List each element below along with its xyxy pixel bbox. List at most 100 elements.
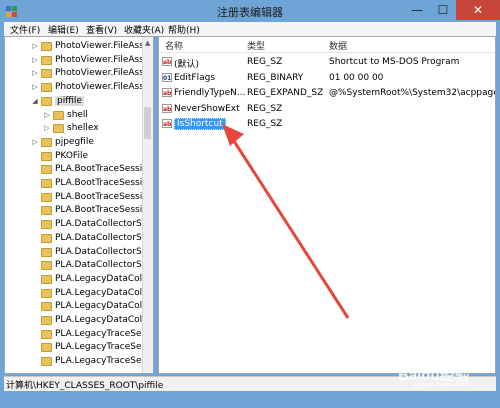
tree-scroll-thumb[interactable] bbox=[144, 107, 151, 139]
folder-icon bbox=[41, 233, 52, 243]
value-row[interactable]: ab (默认) REG_SZ Shortcut to MS-DOS Program bbox=[159, 55, 495, 70]
column-header-type[interactable]: 类型 bbox=[247, 39, 265, 52]
value-name: EditFlags bbox=[174, 72, 216, 83]
tree-item[interactable]: PLA.LegacyDataColl bbox=[5, 314, 145, 327]
minimize-button[interactable]: — bbox=[404, 0, 430, 20]
tree-item-label: PKOFile bbox=[55, 150, 88, 161]
expand-icon[interactable]: ▷ bbox=[31, 56, 39, 65]
tree-item-label: PLA.DataCollectorSe bbox=[55, 232, 148, 243]
tree-item[interactable]: PLA.BootTraceSessi bbox=[5, 204, 145, 217]
folder-icon bbox=[41, 329, 52, 339]
tree-item[interactable]: ▷ pjpegfile bbox=[5, 136, 145, 149]
tree-item[interactable]: PLA.LegacyDataColl bbox=[5, 273, 145, 286]
status-path: 计算机\HKEY_CLASSES_ROOT\piffile bbox=[6, 381, 164, 391]
column-header-name[interactable]: 名称 bbox=[165, 39, 183, 52]
tree-item[interactable]: ▷ PhotoViewer.FileAss bbox=[5, 81, 145, 94]
tree-item-label: PLA.LegacyDataColl bbox=[55, 315, 145, 325]
value-name: IsShortcut bbox=[174, 118, 226, 130]
folder-icon bbox=[41, 137, 52, 147]
folder-icon bbox=[53, 124, 64, 134]
expand-icon[interactable]: ▷ bbox=[43, 111, 51, 120]
string-value-icon: ab bbox=[162, 103, 172, 113]
tree-item[interactable]: PLA.DataCollectorSe bbox=[5, 246, 147, 259]
menu-bar: 文件(F) 编辑(E) 查看(V) 收藏夹(A) 帮助(H) bbox=[4, 22, 496, 36]
tree-item[interactable]: PLA.BootTraceSessi bbox=[5, 163, 145, 176]
tree-item[interactable]: PLA.BootTraceSessi bbox=[5, 191, 145, 204]
value-type: REG_BINARY bbox=[247, 72, 304, 83]
expand-icon[interactable] bbox=[31, 220, 39, 229]
tree-item-label: PhotoViewer.FileAss bbox=[55, 82, 144, 93]
header-divider bbox=[159, 52, 495, 53]
expand-icon[interactable]: ▷ bbox=[31, 83, 39, 92]
tree-item[interactable]: PLA.LegacyTraceSes bbox=[5, 341, 147, 354]
expand-icon[interactable] bbox=[31, 275, 39, 284]
tree-item[interactable]: PLA.LegacyTraceSes bbox=[5, 355, 147, 368]
menu-file[interactable]: 文件(F) bbox=[10, 23, 40, 36]
tree-item-label: PLA.LegacyTraceSes bbox=[55, 342, 147, 353]
value-type: REG_SZ bbox=[247, 103, 283, 114]
expand-icon[interactable]: ▷ bbox=[43, 124, 51, 133]
tree-item-label: shell bbox=[67, 109, 88, 120]
expand-icon[interactable] bbox=[31, 179, 39, 188]
folder-icon bbox=[41, 165, 52, 175]
tree-item-label: PLA.BootTraceSessi bbox=[55, 178, 143, 188]
expand-icon[interactable] bbox=[31, 330, 39, 339]
tree-item[interactable]: PLA.DataCollectorSe bbox=[5, 218, 147, 231]
menu-view[interactable]: 查看(V) bbox=[86, 23, 117, 36]
expand-icon[interactable] bbox=[31, 165, 39, 174]
registry-values-list[interactable]: 名称 类型 数据 ab (默认) REG_SZ Shortcut to MS-DOS … bbox=[158, 36, 496, 374]
expand-icon[interactable] bbox=[31, 261, 39, 270]
tree-item[interactable]: PKOFile bbox=[5, 150, 145, 163]
registry-key-tree[interactable]: ▷ PhotoViewer.FileAss ▷ PhotoViewer.FileAss… bbox=[4, 36, 154, 374]
folder-icon bbox=[41, 357, 52, 367]
tree-item[interactable]: ◢ piffile bbox=[5, 95, 145, 108]
tree-item-label: shellex bbox=[67, 123, 99, 134]
column-header-data[interactable]: 数据 bbox=[329, 39, 347, 52]
tree-item[interactable]: PLA.LegacyDataColl bbox=[5, 287, 145, 300]
expand-icon[interactable] bbox=[31, 193, 39, 202]
menu-favorites[interactable]: 收藏夹(A) bbox=[124, 23, 164, 36]
folder-icon bbox=[41, 179, 52, 188]
tree-item[interactable]: PLA.DataCollectorSe bbox=[5, 232, 148, 245]
value-row[interactable]: ab FriendlyTypeN... REG_EXPAND_SZ @%SystemR… bbox=[159, 86, 495, 100]
menu-edit[interactable]: 编辑(E) bbox=[48, 23, 79, 36]
tree-item[interactable]: ▷ PhotoViewer.FileAss bbox=[5, 40, 145, 53]
expand-icon[interactable] bbox=[31, 206, 39, 215]
value-row[interactable]: ab IsShortcut REG_SZ bbox=[159, 117, 495, 131]
value-row[interactable]: ab NeverShowExt REG_SZ bbox=[159, 102, 495, 116]
tree-item[interactable]: PLA.LegacyTraceSes bbox=[5, 328, 146, 341]
expand-icon[interactable]: ▷ bbox=[31, 69, 39, 78]
value-type: REG_SZ bbox=[247, 119, 283, 129]
expand-icon[interactable] bbox=[31, 248, 39, 257]
value-data: @%SystemRoot%\System32\acppage.dll bbox=[329, 88, 496, 98]
folder-icon bbox=[41, 151, 52, 161]
expand-icon[interactable]: ▷ bbox=[31, 138, 39, 147]
expand-icon[interactable]: ▷ bbox=[31, 42, 39, 51]
value-data: 01 00 00 00 bbox=[329, 72, 384, 83]
collapse-icon[interactable]: ◢ bbox=[31, 97, 39, 106]
tree-item[interactable]: ▷ shellex bbox=[5, 122, 145, 135]
tree-item[interactable]: PLA.LegacyDataColl bbox=[5, 300, 145, 313]
tree-item[interactable]: ▷ shell bbox=[5, 109, 145, 122]
expand-icon[interactable] bbox=[31, 234, 39, 243]
folder-icon bbox=[41, 316, 52, 325]
expand-icon[interactable] bbox=[31, 357, 39, 366]
tree-item[interactable]: ▷ PhotoViewer.FileAss bbox=[5, 54, 145, 67]
expand-icon[interactable] bbox=[31, 302, 39, 311]
close-button[interactable]: ✕ bbox=[456, 0, 500, 20]
value-row[interactable]: 01 EditFlags REG_BINARY 01 00 00 00 bbox=[159, 71, 495, 85]
expand-icon[interactable] bbox=[31, 152, 39, 161]
baidu-watermark: Baidu经验 jingyan.baidu.com bbox=[392, 360, 500, 394]
expand-icon[interactable] bbox=[31, 316, 39, 325]
menu-help[interactable]: 帮助(H) bbox=[168, 23, 200, 36]
tree-item[interactable]: PLA.BootTraceSessi bbox=[5, 177, 145, 190]
tree-item-label: PLA.LegacyTraceSes bbox=[55, 356, 147, 367]
expand-icon[interactable] bbox=[31, 343, 39, 352]
scroll-up-icon[interactable]: ▲ bbox=[145, 39, 150, 47]
expand-icon[interactable] bbox=[31, 289, 39, 298]
tree-item[interactable]: PLA.DataCollectorSe bbox=[5, 259, 147, 272]
maximize-button[interactable]: ☐ bbox=[430, 0, 456, 20]
folder-icon bbox=[41, 69, 52, 79]
tree-item[interactable]: ▷ PhotoViewer.FileAss bbox=[5, 67, 145, 80]
tree-scrollbar[interactable]: ▲ bbox=[142, 37, 153, 373]
